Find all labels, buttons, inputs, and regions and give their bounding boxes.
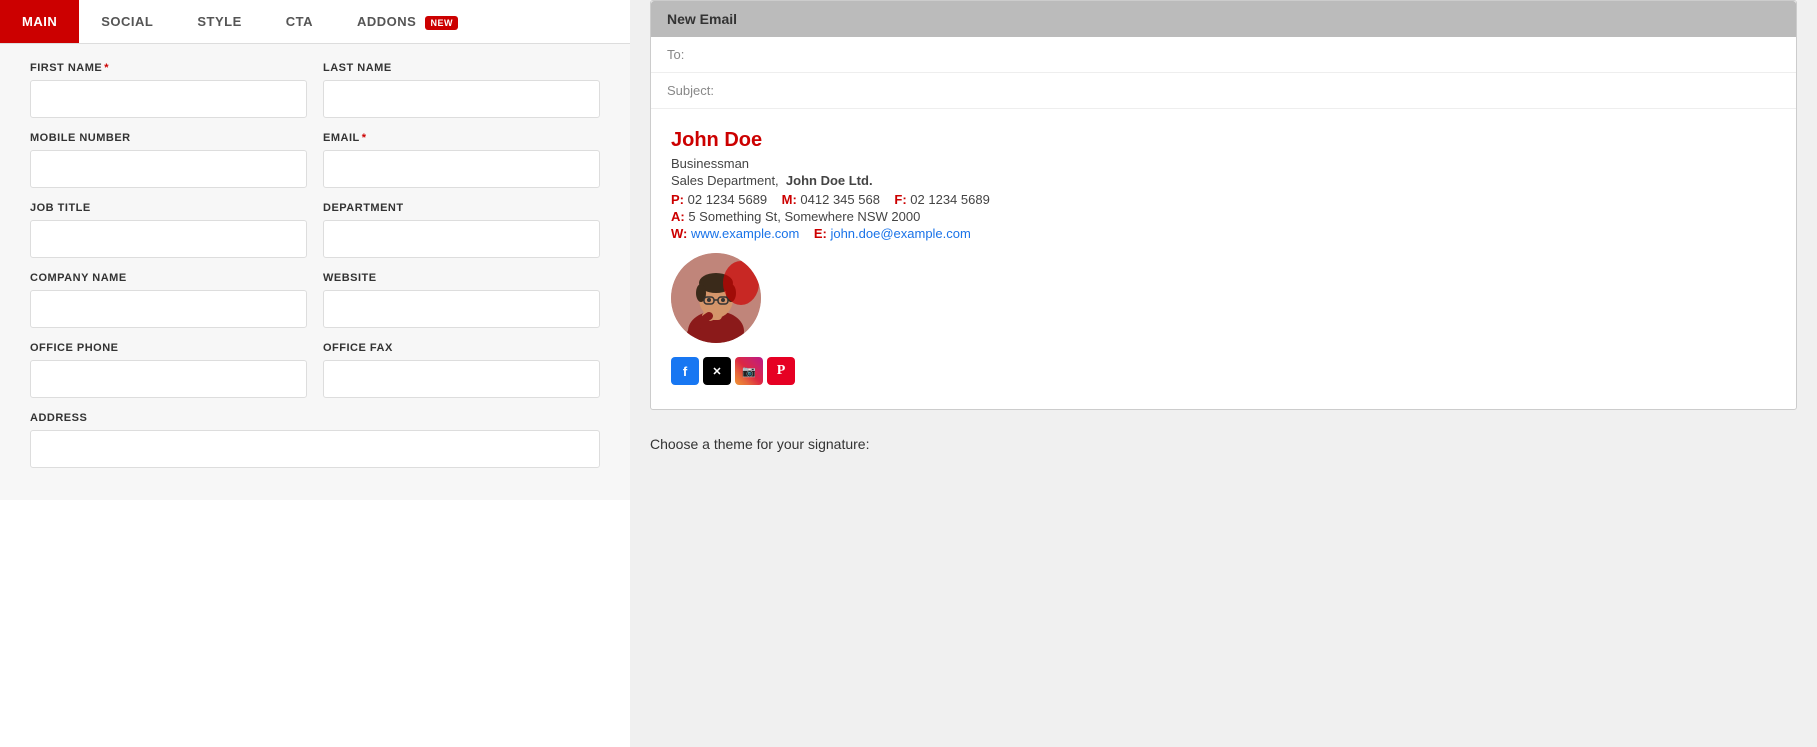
email-preview: New Email To: Subject: John Doe Business… — [650, 0, 1797, 410]
twitter-icon[interactable]: ✕ — [703, 357, 731, 385]
address-label: ADDRESS — [30, 412, 600, 424]
office-fax-input[interactable] — [323, 360, 600, 398]
job-title-input[interactable] — [30, 220, 307, 258]
sig-email-link[interactable]: john.doe@example.com — [830, 226, 970, 241]
sig-name: John Doe — [671, 129, 1776, 152]
office-phone-label: OFFICE PHONE — [30, 342, 307, 354]
form-row-3: JOB TITLE DEPARTMENT — [30, 202, 600, 258]
first-name-input[interactable] — [30, 80, 307, 118]
tab-style[interactable]: STYLE — [175, 0, 263, 43]
sig-phone-f-value: 02 1234 5689 — [910, 192, 990, 207]
email-required: * — [362, 132, 367, 144]
sig-dept: Sales Department, John Doe Ltd. — [671, 173, 1776, 188]
sig-web-label: W: — [671, 226, 687, 241]
sig-phone-m-value: 0412 345 568 — [800, 192, 880, 207]
sig-phone-f-label: F: — [894, 192, 906, 207]
job-title-group: JOB TITLE — [30, 202, 307, 258]
new-badge: NEW — [425, 16, 458, 30]
sig-address-label: A: — [671, 209, 685, 224]
sig-avatar — [671, 253, 761, 343]
sig-company: John Doe Ltd. — [786, 173, 873, 188]
address-input[interactable] — [30, 430, 600, 468]
form-row-6: ADDRESS — [30, 412, 600, 468]
website-group: WEBSITE — [323, 272, 600, 328]
office-phone-input[interactable] — [30, 360, 307, 398]
last-name-group: LAST NAME — [323, 62, 600, 118]
tab-main[interactable]: MAIN — [0, 0, 79, 43]
office-phone-group: OFFICE PHONE — [30, 342, 307, 398]
theme-section: Choose a theme for your signature: — [650, 426, 1797, 454]
email-body: John Doe Businessman Sales Department, J… — [651, 109, 1796, 409]
email-group: EMAIL* — [323, 132, 600, 188]
office-fax-group: OFFICE FAX — [323, 342, 600, 398]
left-panel: MAIN SOCIAL STYLE CTA ADDONS NEW FIRST N… — [0, 0, 630, 747]
form-area: FIRST NAME* LAST NAME MOBILE NUMBER EMAI… — [0, 44, 630, 500]
sig-address-value: 5 Something St, Somewhere NSW 2000 — [688, 209, 920, 224]
department-label: DEPARTMENT — [323, 202, 600, 214]
last-name-input[interactable] — [323, 80, 600, 118]
sig-phone-m-label: M: — [782, 192, 797, 207]
social-icons: f ✕ 📷 P — [671, 357, 1776, 385]
sig-web-link[interactable]: www.example.com — [691, 226, 799, 241]
last-name-label: LAST NAME — [323, 62, 600, 74]
company-name-label: COMPANY NAME — [30, 272, 307, 284]
sig-title: Businessman — [671, 156, 1776, 171]
sig-phones: P: 02 1234 5689 M: 0412 345 568 F: 02 12… — [671, 192, 1776, 207]
right-panel: New Email To: Subject: John Doe Business… — [630, 0, 1817, 747]
email-label: EMAIL* — [323, 132, 600, 144]
form-row-1: FIRST NAME* LAST NAME — [30, 62, 600, 118]
email-to-field: To: — [651, 37, 1796, 73]
sig-phone-p-value: 02 1234 5689 — [688, 192, 768, 207]
job-title-label: JOB TITLE — [30, 202, 307, 214]
email-input[interactable] — [323, 150, 600, 188]
website-input[interactable] — [323, 290, 600, 328]
office-fax-label: OFFICE FAX — [323, 342, 600, 354]
sig-email-label: E: — [814, 226, 827, 241]
mobile-number-input[interactable] — [30, 150, 307, 188]
sig-web: W: www.example.com E: john.doe@example.c… — [671, 226, 1776, 241]
company-name-group: COMPANY NAME — [30, 272, 307, 328]
first-name-required: * — [104, 62, 109, 74]
first-name-group: FIRST NAME* — [30, 62, 307, 118]
tab-addons[interactable]: ADDONS NEW — [335, 0, 480, 43]
tab-cta[interactable]: CTA — [264, 0, 335, 43]
instagram-icon[interactable]: 📷 — [735, 357, 763, 385]
sig-phone-p-label: P: — [671, 192, 684, 207]
form-row-5: OFFICE PHONE OFFICE FAX — [30, 342, 600, 398]
department-input[interactable] — [323, 220, 600, 258]
website-label: WEBSITE — [323, 272, 600, 284]
address-group: ADDRESS — [30, 412, 600, 468]
first-name-label: FIRST NAME* — [30, 62, 307, 74]
theme-label: Choose a theme for your signature: — [650, 436, 869, 452]
pinterest-icon[interactable]: P — [767, 357, 795, 385]
tabs-bar: MAIN SOCIAL STYLE CTA ADDONS NEW — [0, 0, 630, 44]
email-subject-field: Subject: — [651, 73, 1796, 109]
facebook-icon[interactable]: f — [671, 357, 699, 385]
mobile-number-group: MOBILE NUMBER — [30, 132, 307, 188]
mobile-number-label: MOBILE NUMBER — [30, 132, 307, 144]
form-row-4: COMPANY NAME WEBSITE — [30, 272, 600, 328]
avatar-illustration — [671, 253, 761, 343]
email-header-bar: New Email — [651, 1, 1796, 37]
company-name-input[interactable] — [30, 290, 307, 328]
department-group: DEPARTMENT — [323, 202, 600, 258]
tab-social[interactable]: SOCIAL — [79, 0, 175, 43]
sig-address: A: 5 Something St, Somewhere NSW 2000 — [671, 209, 1776, 224]
form-row-2: MOBILE NUMBER EMAIL* — [30, 132, 600, 188]
